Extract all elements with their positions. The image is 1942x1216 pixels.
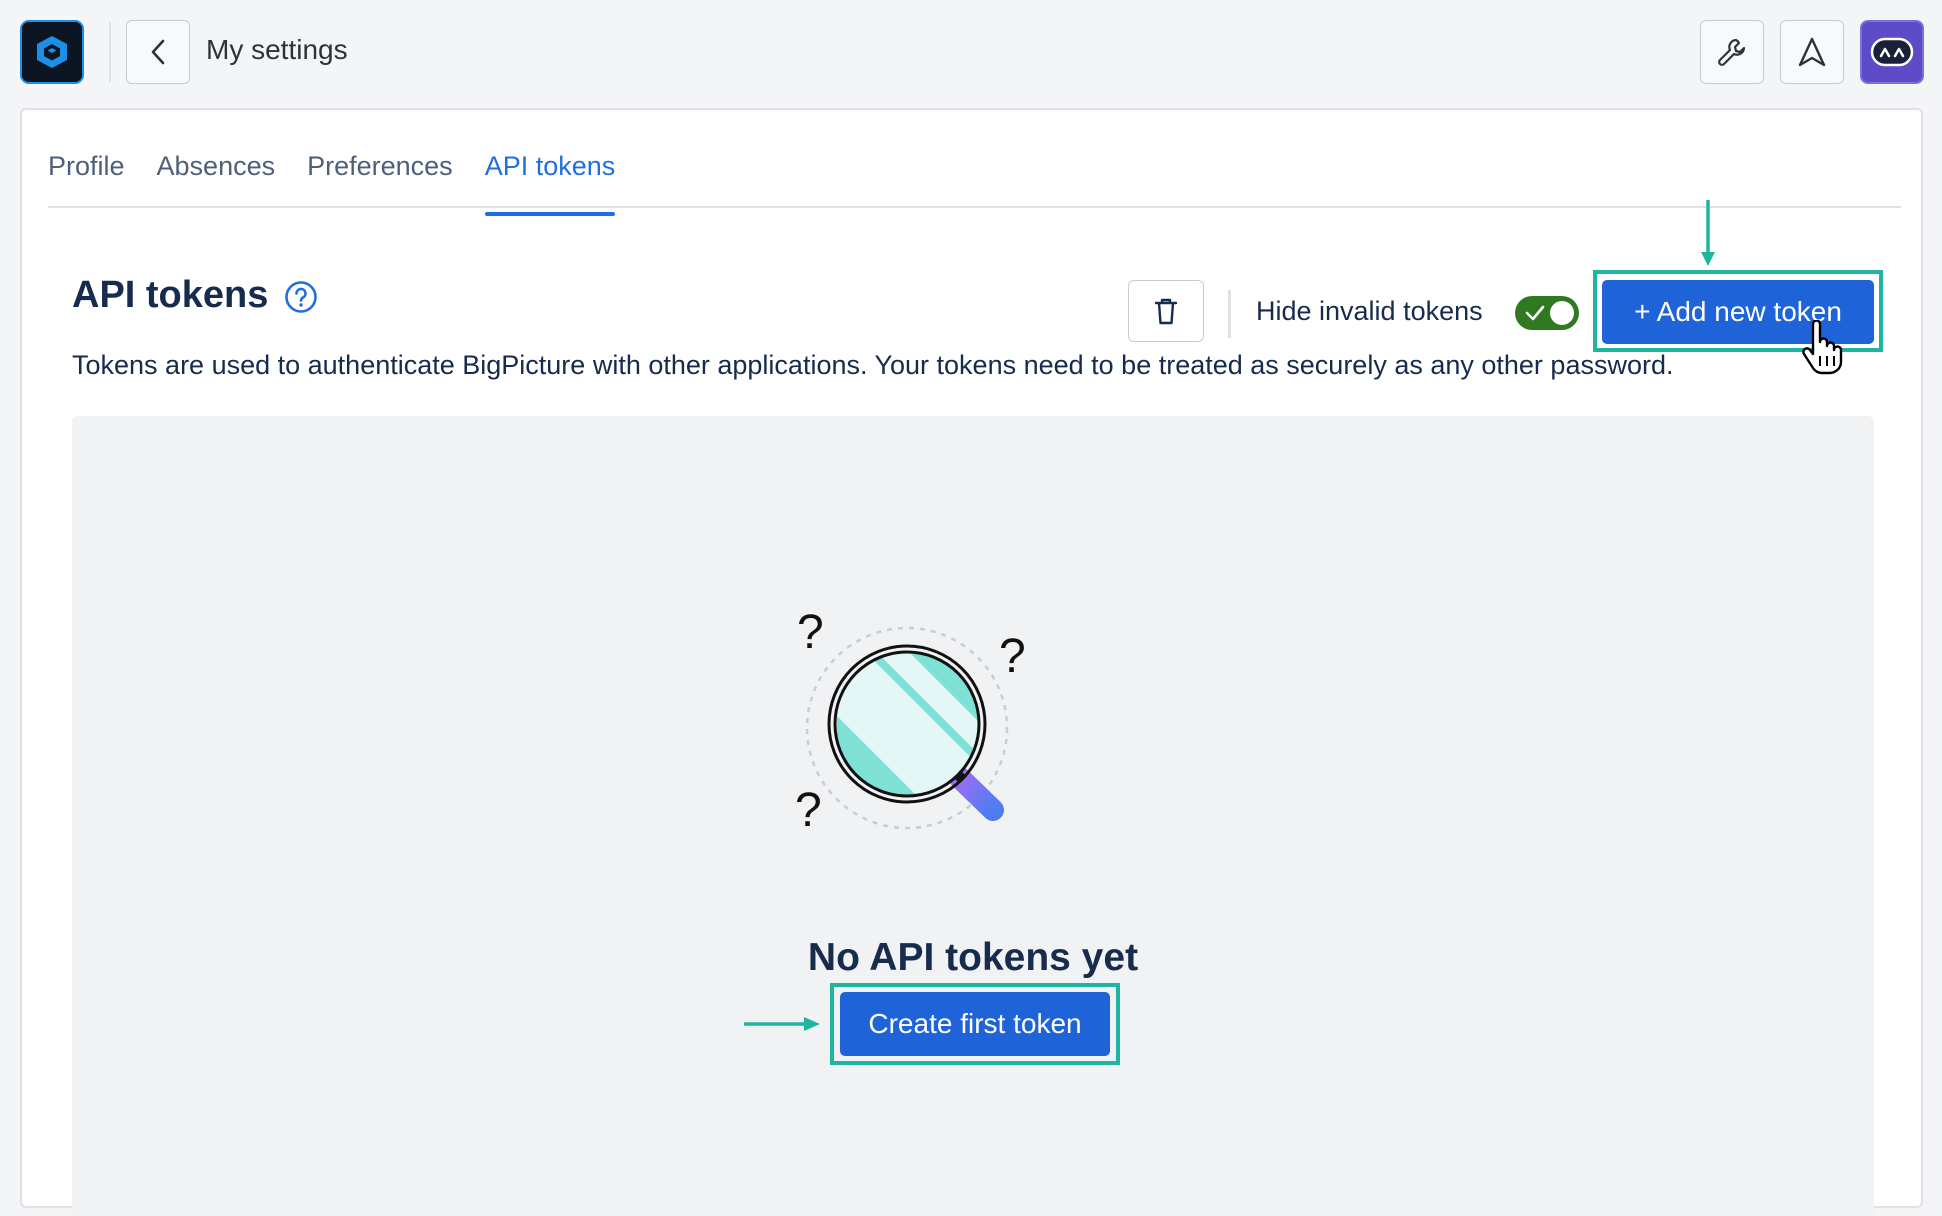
tabs-divider bbox=[48, 206, 1901, 208]
hide-invalid-toggle[interactable] bbox=[1515, 296, 1579, 330]
svg-text:?: ? bbox=[797, 606, 824, 659]
arrow-right-annotation-icon bbox=[744, 1017, 820, 1031]
app-logo-icon[interactable] bbox=[20, 20, 84, 84]
back-button[interactable] bbox=[126, 20, 190, 84]
navigation-arrow-icon bbox=[1798, 37, 1826, 67]
wrench-icon bbox=[1718, 38, 1746, 66]
toolbar-divider bbox=[1228, 290, 1231, 338]
settings-card: Profile Absences Preferences API tokens … bbox=[20, 108, 1923, 1216]
check-icon bbox=[1525, 305, 1545, 321]
hide-invalid-label: Hide invalid tokens bbox=[1256, 296, 1483, 326]
tools-button[interactable] bbox=[1700, 20, 1764, 84]
empty-state-title: No API tokens yet bbox=[807, 936, 1139, 979]
header-divider bbox=[109, 22, 111, 82]
arrow-down-annotation-icon bbox=[1701, 200, 1715, 266]
top-bar: My settings bbox=[0, 0, 1942, 108]
empty-state-panel: ? ? ? No API tokens yet Create first tok… bbox=[72, 416, 1874, 1216]
chevron-left-icon bbox=[151, 39, 165, 65]
question-circle-icon[interactable] bbox=[284, 280, 318, 319]
section-description: Tokens are used to authenticate BigPictu… bbox=[72, 350, 1674, 380]
delete-tokens-button[interactable] bbox=[1128, 280, 1204, 342]
svg-text:?: ? bbox=[797, 784, 822, 837]
toggle-knob bbox=[1550, 301, 1574, 325]
hand-cursor-icon bbox=[1802, 320, 1843, 375]
svg-text:?: ? bbox=[999, 630, 1026, 683]
magnifier-question-icon: ? ? ? bbox=[797, 606, 1026, 837]
navigation-button[interactable] bbox=[1780, 20, 1844, 84]
user-avatar-icon[interactable] bbox=[1860, 20, 1924, 84]
create-first-token-button[interactable]: Create first token bbox=[840, 992, 1110, 1056]
trash-icon bbox=[1154, 298, 1178, 325]
page-title: My settings bbox=[206, 34, 348, 65]
section-title: API tokens bbox=[72, 274, 269, 316]
